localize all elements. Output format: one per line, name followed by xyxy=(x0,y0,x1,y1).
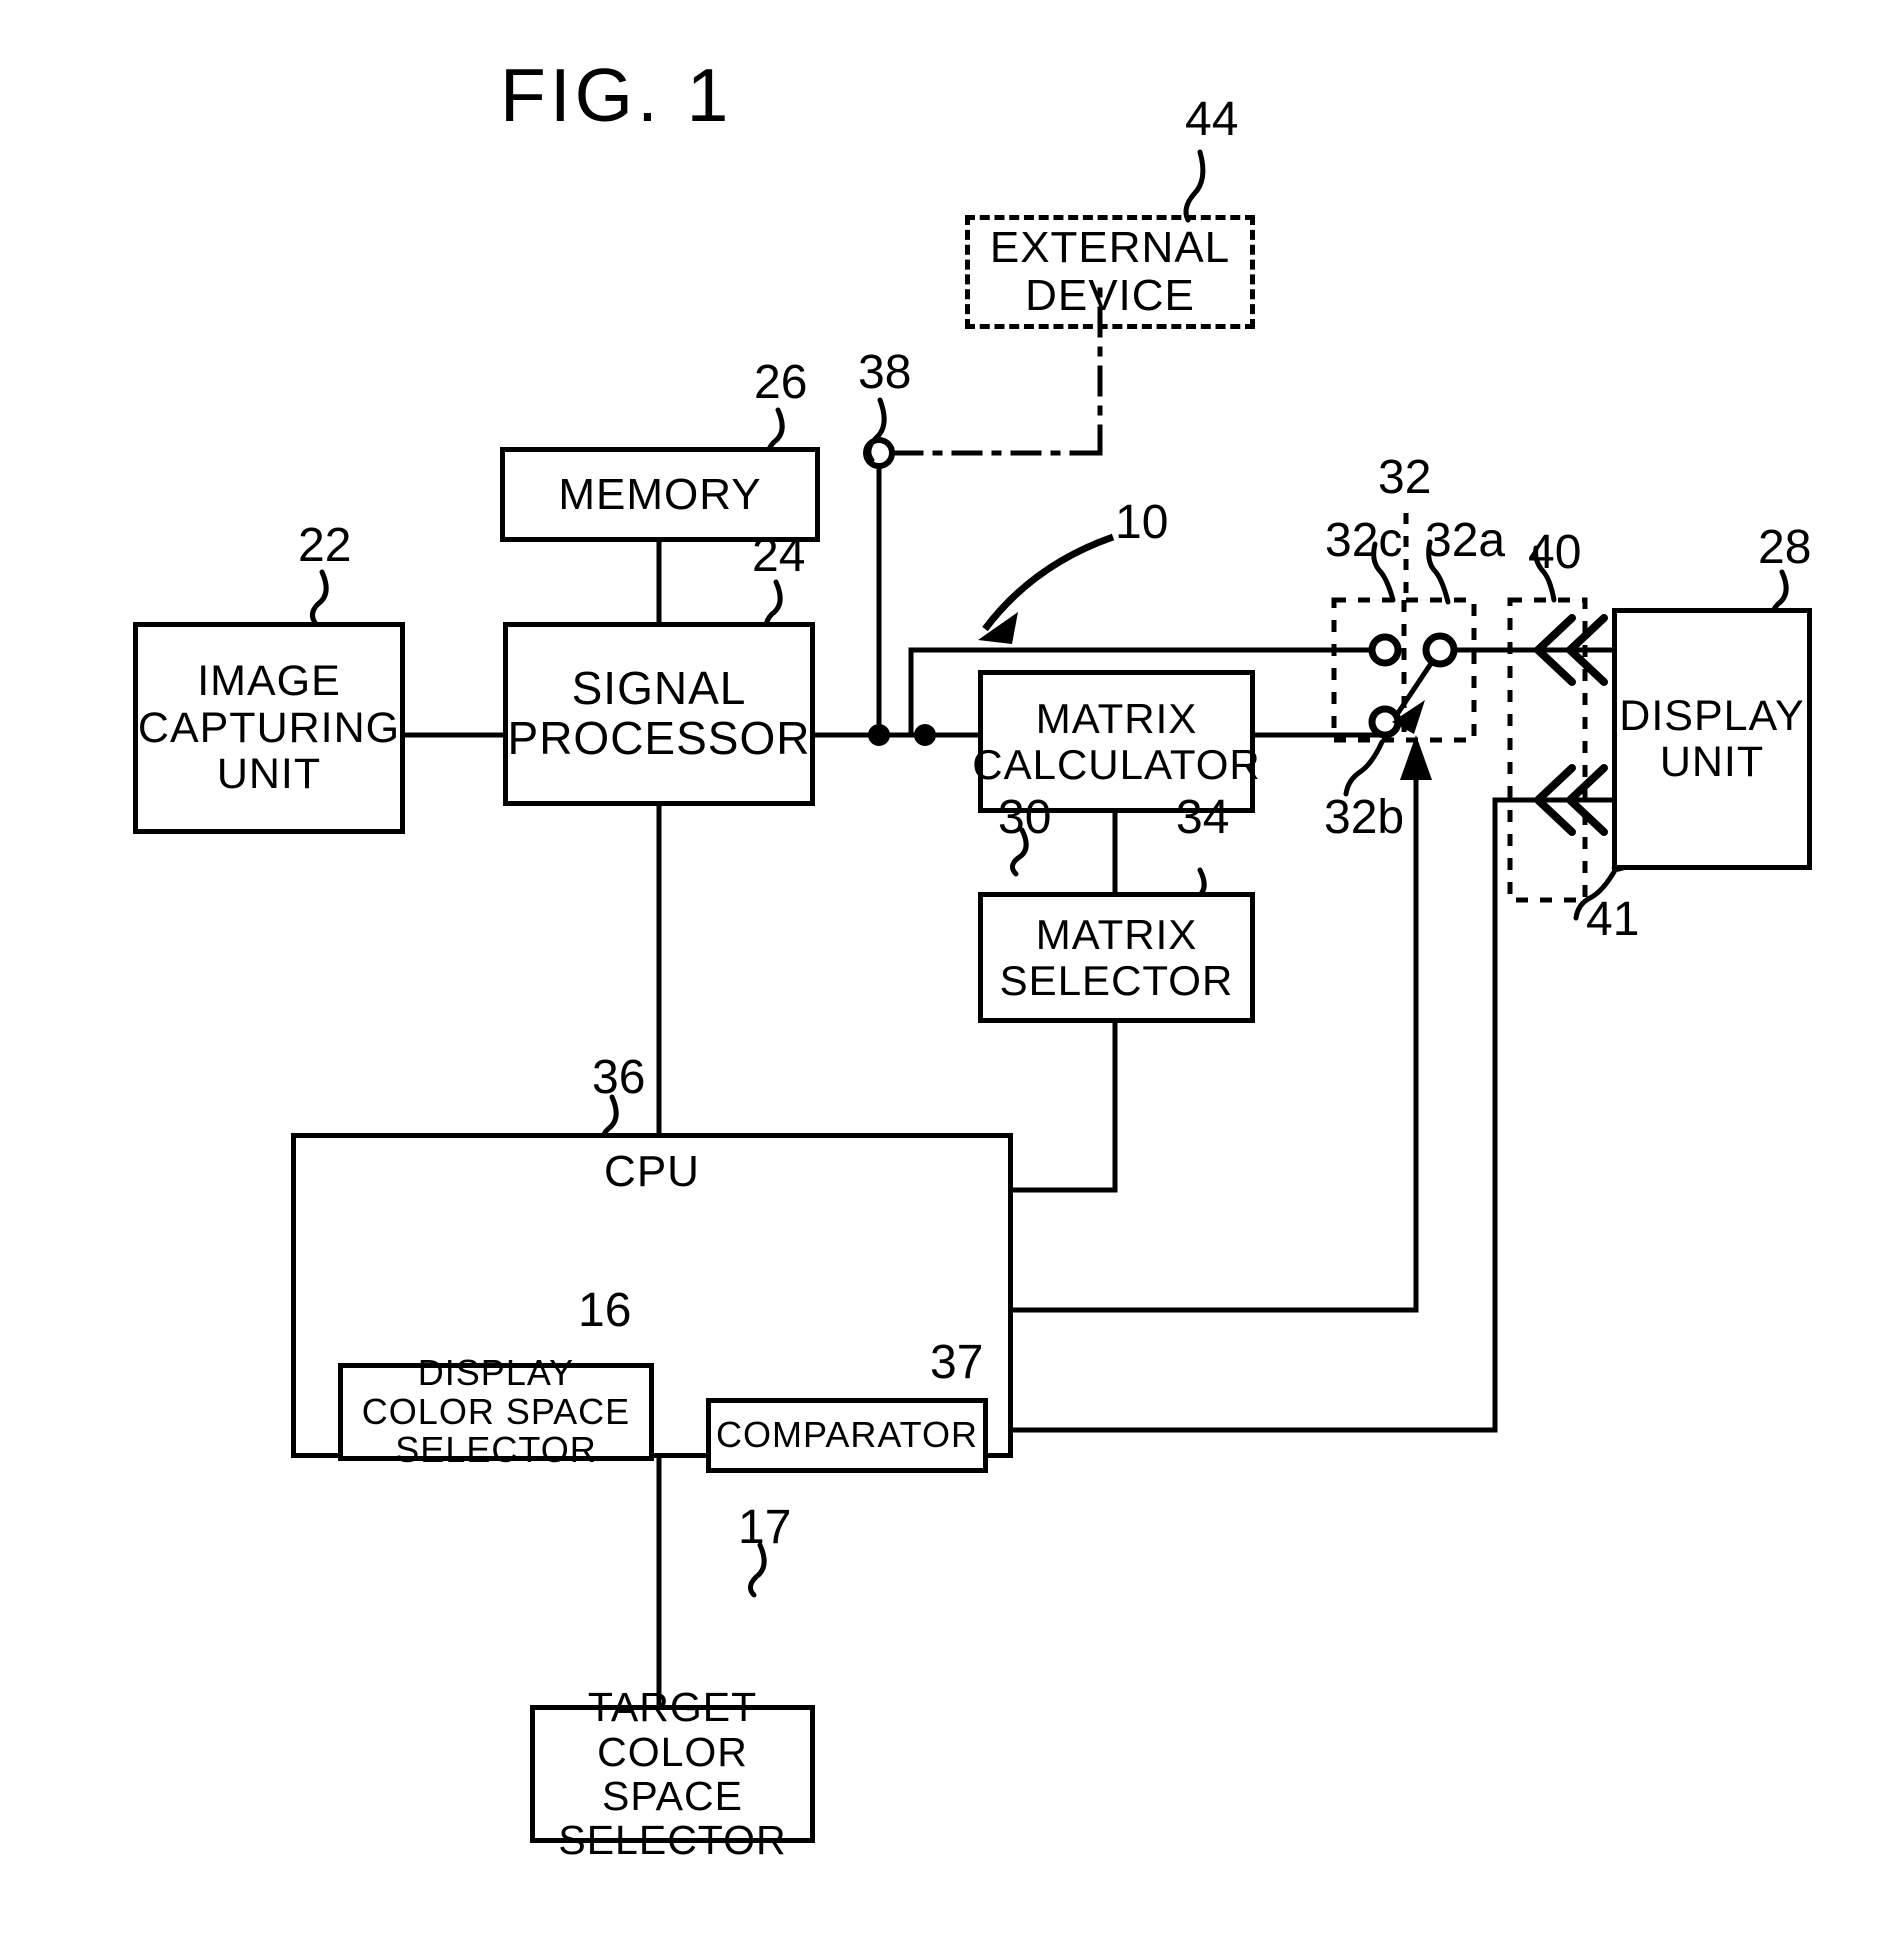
switch-contact-32c[interactable] xyxy=(1368,633,1402,667)
ref-44: 44 xyxy=(1185,93,1239,146)
block-display-unit[interactable]: DISPLAY UNIT xyxy=(1612,608,1812,870)
signal-processor-line2: PROCESSOR xyxy=(507,712,811,764)
ref-26: 26 xyxy=(754,356,808,409)
dcss-line2: COLOR SPACE xyxy=(361,1390,631,1432)
tcss-line2: COLOR xyxy=(597,1728,748,1775)
ref-38: 38 xyxy=(858,346,912,399)
ref-32b: 32b xyxy=(1324,791,1405,844)
leader-44 xyxy=(1183,149,1206,223)
ref-41: 41 xyxy=(1586,893,1640,946)
block-image-capturing-unit[interactable]: IMAGE CAPTURING UNIT xyxy=(133,622,405,834)
wiring-layer xyxy=(310,149,1789,1708)
block-display-color-space-selector[interactable]: DISPLAY COLOR SPACE SELECTOR xyxy=(338,1353,654,1469)
matrix-calculator-line1: MATRIX xyxy=(1035,695,1198,743)
cpu-title: CPU xyxy=(604,1147,700,1196)
ref-40: 40 xyxy=(1528,526,1582,579)
block-signal-processor[interactable]: SIGNAL PROCESSOR xyxy=(503,622,815,806)
matrix-calculator-line2: CALCULATOR xyxy=(972,740,1261,788)
ref-10: 10 xyxy=(1115,496,1169,549)
dcss-line3: SELECTOR xyxy=(395,1429,597,1471)
ref-32c: 32c xyxy=(1325,514,1403,567)
bus-junction-dot-1 xyxy=(868,724,890,746)
ref-30: 30 xyxy=(998,791,1052,844)
ref-28: 28 xyxy=(1758,521,1812,574)
ref-37: 37 xyxy=(930,1336,984,1389)
comparator-label: COMPARATOR xyxy=(715,1414,979,1456)
block-external-device[interactable]: EXTERNAL DEVICE xyxy=(965,215,1255,329)
ref-16: 16 xyxy=(578,1284,632,1337)
block-matrix-selector[interactable]: MATRIX SELECTOR xyxy=(978,892,1255,1023)
block-target-color-space-selector[interactable]: TARGET COLOR SPACE SELECTOR xyxy=(530,1685,815,1863)
ref-34: 34 xyxy=(1176,791,1230,844)
ref-32: 32 xyxy=(1378,451,1432,504)
memory-label: MEMORY xyxy=(558,469,762,519)
tcss-line1: TARGET xyxy=(587,1684,758,1731)
external-device-line2: DEVICE xyxy=(1025,271,1195,320)
switch-contact-32a[interactable] xyxy=(1422,632,1458,668)
ref-22: 22 xyxy=(298,519,352,572)
ref-36: 36 xyxy=(592,1051,646,1104)
matrix-selector-line1: MATRIX xyxy=(1035,911,1198,959)
matrix-selector-line2: SELECTOR xyxy=(999,956,1234,1004)
bus-junction-dot-2 xyxy=(914,724,936,746)
image-capturing-line2: CAPTURING xyxy=(137,703,401,752)
image-capturing-line1: IMAGE xyxy=(197,657,341,706)
leader-22 xyxy=(310,569,329,627)
display-unit-line1: DISPLAY xyxy=(1619,691,1805,740)
apparatus-10-arrow-curve xyxy=(982,533,1115,632)
ref-24: 24 xyxy=(752,529,806,582)
dcss-line1: DISPLAY xyxy=(417,1351,575,1393)
display-unit-line2: UNIT xyxy=(1659,738,1765,786)
figure-title: FIG. 1 xyxy=(500,53,733,137)
leader-32b xyxy=(1343,739,1385,797)
signal-processor-line1: SIGNAL xyxy=(571,662,747,715)
ref-17: 17 xyxy=(738,1501,792,1554)
ref-32a: 32a xyxy=(1425,514,1506,567)
figure-canvas: FIG. 1 EXTERNAL DEVICE MEMORY IMAGE CAPT… xyxy=(0,0,1895,1942)
block-comparator[interactable]: COMPARATOR xyxy=(706,1398,988,1473)
external-device-line1: EXTERNAL xyxy=(989,223,1231,273)
wire-matrixsel-to-cpu xyxy=(1010,1019,1118,1193)
tcss-line4: SELECTOR xyxy=(558,1817,787,1864)
image-capturing-line3: UNIT xyxy=(216,750,322,799)
tcss-line3: SPACE xyxy=(602,1773,743,1819)
